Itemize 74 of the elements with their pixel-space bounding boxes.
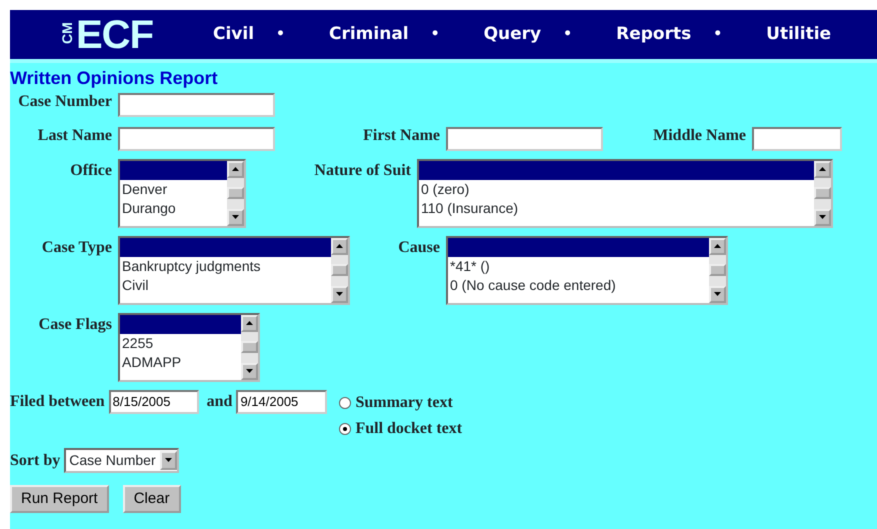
list-option[interactable]: Bankruptcy judgments bbox=[120, 256, 331, 276]
down-arrow-icon bbox=[232, 215, 239, 220]
form-button[interactable]: Run Report bbox=[10, 484, 109, 514]
nav-separator: • bbox=[563, 25, 572, 44]
logo-text: ECF bbox=[76, 14, 153, 54]
input-field[interactable]: 8/15/2005 bbox=[108, 390, 199, 414]
up-arrow-icon bbox=[714, 244, 721, 248]
down-arrow-icon bbox=[336, 292, 343, 296]
up-arrow-icon bbox=[336, 244, 343, 248]
field-label: Case Flags bbox=[38, 314, 113, 334]
field-label: Case Number bbox=[17, 92, 113, 110]
up-arrow-icon bbox=[819, 167, 826, 172]
nav-link[interactable]: Query bbox=[484, 22, 542, 48]
nav-link[interactable]: Reports bbox=[616, 22, 692, 48]
scroll-thumb[interactable] bbox=[709, 264, 726, 276]
down-arrow-icon bbox=[819, 215, 826, 220]
nav-separator: • bbox=[713, 25, 722, 44]
caret-icon bbox=[164, 458, 172, 462]
list-option[interactable]: ADMAPP bbox=[120, 352, 241, 372]
nav-link[interactable]: Civil bbox=[213, 22, 254, 48]
listbox[interactable]: Denver Durango bbox=[118, 158, 246, 228]
list-option[interactable]: 2255 bbox=[120, 334, 241, 353]
list-option[interactable]: 110 (Insurance) bbox=[419, 198, 814, 218]
scrollbar[interactable] bbox=[331, 238, 348, 303]
dropdown-value: Case Number bbox=[69, 450, 157, 470]
scrollbar[interactable] bbox=[814, 160, 831, 226]
nav-separator: • bbox=[430, 25, 440, 44]
nav-link[interactable]: Utilitie bbox=[766, 22, 832, 48]
nav-link[interactable]: Criminal bbox=[329, 22, 409, 48]
listbox[interactable]: Bankruptcy judgments Civil bbox=[118, 236, 350, 305]
list-option[interactable]: Durango bbox=[120, 198, 227, 218]
nav-separator: • bbox=[276, 25, 285, 44]
input-field[interactable] bbox=[118, 92, 275, 117]
list-option[interactable]: 0 (No cause code entered) bbox=[448, 276, 709, 295]
list-option[interactable]: Civil bbox=[120, 276, 331, 295]
field-label: Middle Name bbox=[652, 126, 747, 144]
scrollbar[interactable] bbox=[227, 160, 244, 226]
scroll-thumb[interactable] bbox=[227, 187, 244, 200]
list-option[interactable]: *41* () bbox=[448, 256, 709, 276]
listbox[interactable]: 0 (zero) 110 (Insurance) bbox=[417, 158, 833, 228]
up-arrow-icon bbox=[246, 321, 253, 326]
radio-label: Full docket text bbox=[355, 420, 462, 438]
input-field[interactable] bbox=[118, 126, 275, 151]
input-field[interactable] bbox=[446, 126, 603, 151]
scrollbar[interactable] bbox=[709, 238, 726, 303]
field-label: Filed between bbox=[10, 393, 106, 411]
logo-text: CM bbox=[60, 26, 74, 44]
scroll-thumb[interactable] bbox=[331, 264, 348, 276]
page-title: Written Opinions Report bbox=[10, 69, 219, 89]
form-button[interactable]: Clear bbox=[122, 484, 181, 514]
radio-label: Summary text bbox=[355, 394, 453, 412]
input-field[interactable]: 9/14/2005 bbox=[236, 390, 328, 414]
field-label: Case Type bbox=[40, 238, 113, 256]
radio-button[interactable] bbox=[339, 396, 352, 409]
dropdown[interactable]: Case Number bbox=[64, 448, 179, 473]
scroll-thumb[interactable] bbox=[814, 187, 831, 200]
up-arrow-icon bbox=[232, 167, 239, 172]
field-label: Last Name bbox=[36, 126, 113, 144]
radio-button[interactable] bbox=[339, 422, 352, 435]
input-field[interactable] bbox=[752, 126, 842, 151]
field-label: Office bbox=[69, 160, 113, 180]
down-arrow-icon bbox=[714, 292, 721, 296]
list-option[interactable]: 0 (zero) bbox=[419, 180, 814, 199]
scrollbar[interactable] bbox=[241, 314, 258, 380]
field-label: First Name bbox=[362, 126, 441, 144]
field-label: Nature of Suit bbox=[313, 160, 412, 180]
field-label: Sort by bbox=[10, 452, 62, 470]
scroll-thumb[interactable] bbox=[241, 341, 258, 354]
field-label: and bbox=[206, 393, 234, 411]
listbox[interactable]: *41* () 0 (No cause code entered) bbox=[446, 236, 728, 305]
field-label: Cause bbox=[397, 238, 441, 256]
list-option[interactable]: Denver bbox=[120, 180, 227, 199]
down-arrow-icon bbox=[246, 369, 253, 374]
listbox[interactable]: 2255 ADMAPP bbox=[118, 312, 260, 382]
